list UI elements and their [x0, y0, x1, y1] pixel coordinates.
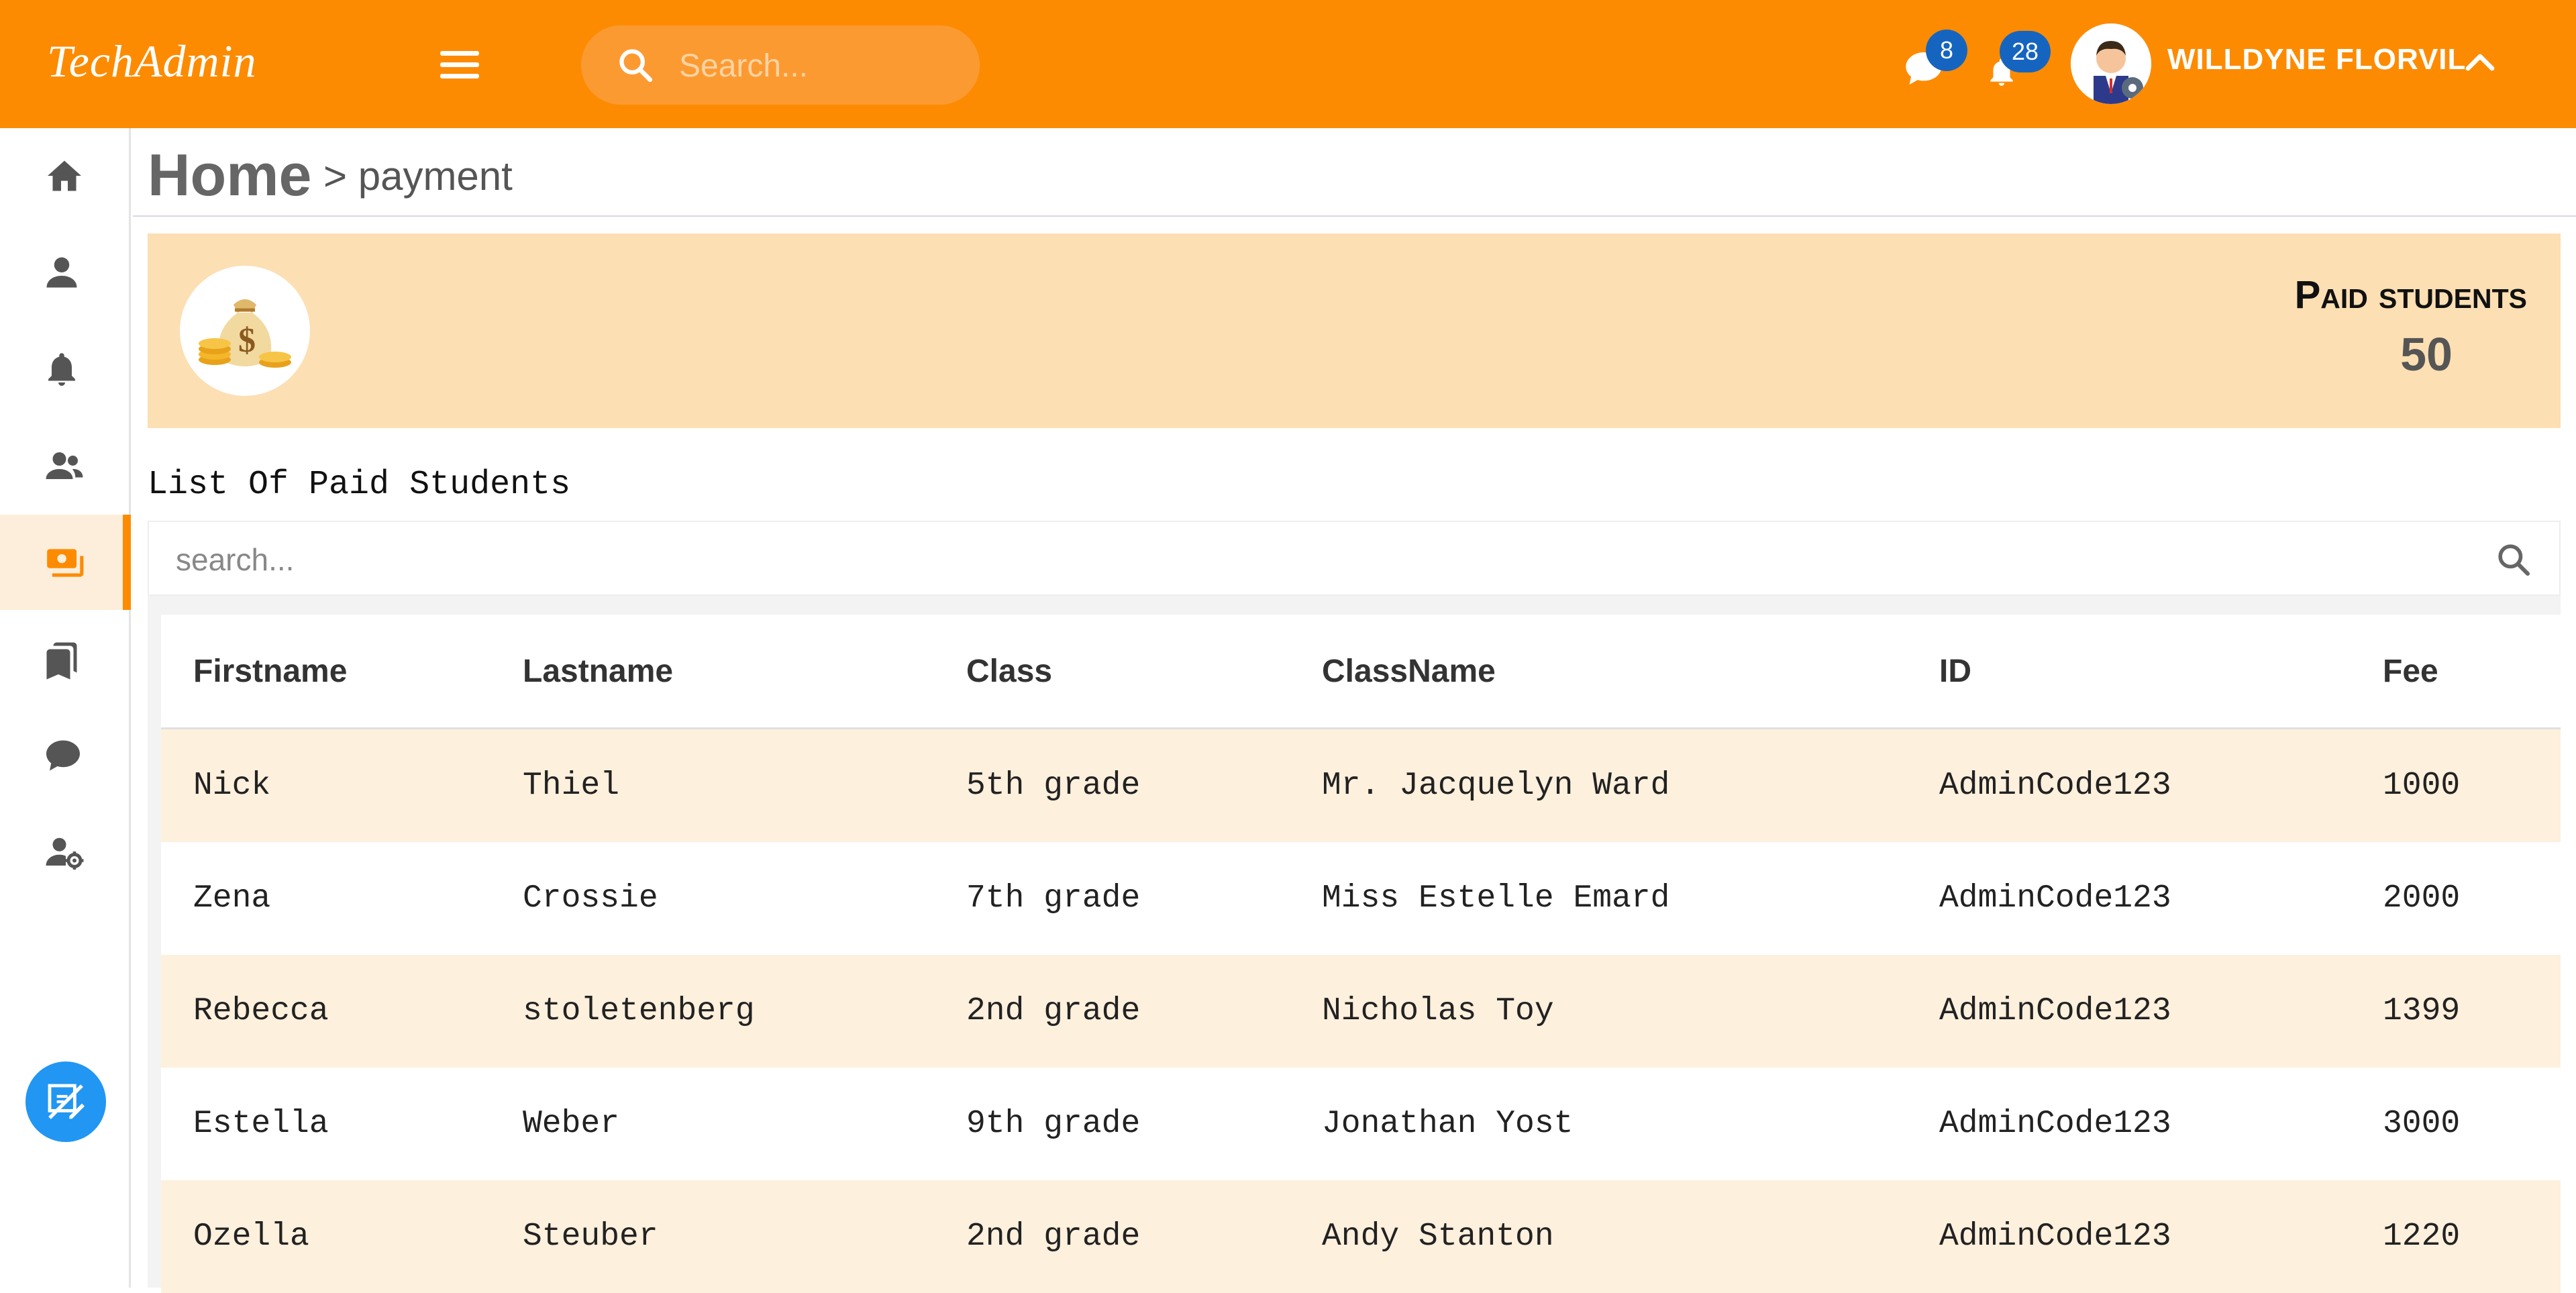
table-row[interactable]: Rebecca stoletenberg 2nd grade Nicholas …: [161, 955, 2561, 1068]
cell-firstname: Nick: [161, 728, 491, 842]
cell-classname: Miss Estelle Emard: [1290, 842, 1907, 955]
list-search-input[interactable]: [174, 535, 2391, 584]
svg-text:$: $: [238, 321, 256, 360]
cell-lastname: Crossie: [491, 842, 934, 955]
header-divider: [133, 215, 2576, 217]
column-header-firstname[interactable]: Firstname: [161, 615, 491, 729]
table-row[interactable]: Nick Thiel 5th grade Mr. Jacquelyn Ward …: [161, 728, 2561, 842]
list-title: List Of Paid Students: [148, 466, 571, 504]
column-header-class[interactable]: Class: [934, 615, 1290, 729]
paid-students-table-container: Firstname Lastname Class ClassName ID Fe…: [148, 596, 2561, 1293]
people-icon: [46, 452, 83, 479]
edit-board-icon: [48, 1084, 85, 1119]
person-icon: [46, 257, 77, 288]
cell-fee: 3000: [2351, 1068, 2561, 1180]
cell-lastname: Weber: [491, 1068, 934, 1180]
paid-students-table: Firstname Lastname Class ClassName ID Fe…: [161, 615, 2561, 1293]
cell-lastname: Steuber: [491, 1180, 934, 1293]
cell-fee: 1000: [2351, 728, 2561, 842]
sidebar-item-admin-settings[interactable]: [0, 805, 129, 900]
cell-id: AdminCode123: [1907, 1180, 2351, 1293]
cell-fee: 1399: [2351, 955, 2561, 1068]
cell-lastname: Thiel: [491, 728, 934, 842]
bell-icon: [48, 353, 75, 386]
column-header-lastname[interactable]: Lastname: [491, 615, 934, 729]
cell-class: 9th grade: [934, 1068, 1290, 1180]
table-row[interactable]: Zena Crossie 7th grade Miss Estelle Emar…: [161, 842, 2561, 955]
cell-classname: Andy Stanton: [1290, 1180, 1907, 1293]
cell-fee: 1220: [2351, 1180, 2561, 1293]
messages-button[interactable]: 8: [1902, 30, 1967, 94]
cell-id: AdminCode123: [1907, 728, 2351, 842]
sidebar-item-library[interactable]: [0, 611, 129, 707]
cell-firstname: Rebecca: [161, 955, 491, 1068]
bookmarks-icon: [46, 642, 77, 680]
list-search-bar: [148, 521, 2561, 596]
summary-label: Paid students: [2294, 273, 2527, 317]
sidebar-item-students[interactable]: [0, 418, 129, 513]
user-avatar[interactable]: [2071, 23, 2151, 104]
cell-class: 2nd grade: [934, 1180, 1290, 1293]
sidebar: [0, 128, 131, 1288]
notifications-button[interactable]: 28: [1985, 31, 2051, 94]
cell-lastname: stoletenberg: [491, 955, 934, 1068]
sidebar-item-chat[interactable]: [0, 708, 129, 803]
money-bag-icon: $: [180, 266, 310, 396]
global-search-input[interactable]: [678, 42, 962, 90]
summary-value: 50: [2400, 328, 2453, 380]
cell-id: AdminCode123: [1907, 955, 2351, 1068]
cell-class: 2nd grade: [934, 955, 1290, 1068]
cell-classname: Nicholas Toy: [1290, 955, 1907, 1068]
chat-icon: [46, 740, 80, 771]
cell-firstname: Zena: [161, 842, 491, 955]
table-header-row: Firstname Lastname Class ClassName ID Fe…: [161, 615, 2561, 729]
cell-classname: Mr. Jacquelyn Ward: [1290, 728, 1907, 842]
column-header-fee[interactable]: Fee: [2351, 615, 2561, 729]
cell-class: 7th grade: [934, 842, 1290, 955]
global-search: [581, 25, 980, 105]
table-row[interactable]: Estella Weber 9th grade Jonathan Yost Ad…: [161, 1068, 2561, 1180]
home-icon: [48, 160, 81, 191]
user-cog-icon: [46, 837, 84, 870]
search-icon[interactable]: [2495, 541, 2532, 578]
messages-count-badge: 8: [1926, 30, 1967, 71]
payments-icon: [47, 549, 84, 577]
sidebar-item-notifications[interactable]: [0, 321, 129, 417]
user-name[interactable]: WILLDYNE FLORVIL: [2167, 43, 2466, 76]
chevron-up-icon[interactable]: [2464, 48, 2496, 75]
top-app-bar: TechAdmin 8 28 WILLDY: [0, 0, 2576, 128]
cell-firstname: Ozella: [161, 1180, 491, 1293]
brand-logo[interactable]: TechAdmin: [47, 35, 256, 88]
search-icon: [619, 49, 653, 83]
sidebar-fab-button[interactable]: [25, 1062, 106, 1142]
cell-class: 5th grade: [934, 728, 1290, 842]
cell-id: AdminCode123: [1907, 842, 2351, 955]
breadcrumb-home[interactable]: Home: [148, 141, 312, 209]
breadcrumb-current: > payment: [323, 154, 513, 199]
sidebar-item-home[interactable]: [0, 128, 129, 223]
notifications-count-badge: 28: [2000, 31, 2051, 72]
cell-classname: Jonathan Yost: [1290, 1068, 1907, 1180]
sidebar-item-payment[interactable]: [0, 515, 131, 610]
cell-firstname: Estella: [161, 1068, 491, 1180]
column-header-id[interactable]: ID: [1907, 615, 2351, 729]
column-header-classname[interactable]: ClassName: [1290, 615, 1907, 729]
avatar-image: [2071, 23, 2151, 104]
menu-toggle-button[interactable]: [440, 48, 480, 81]
paid-students-summary-card: $ Paid students 50: [148, 234, 2561, 428]
table-row[interactable]: Ozella Steuber 2nd grade Andy Stanton Ad…: [161, 1180, 2561, 1293]
cell-fee: 2000: [2351, 842, 2561, 955]
sidebar-item-profile[interactable]: [0, 225, 129, 320]
cell-id: AdminCode123: [1907, 1068, 2351, 1180]
